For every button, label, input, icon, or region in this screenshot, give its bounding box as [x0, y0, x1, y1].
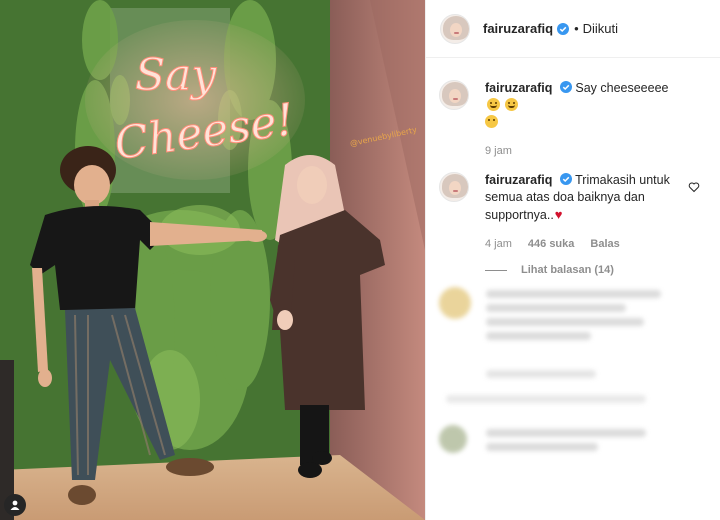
caption-avatar[interactable] [439, 80, 469, 110]
verified-badge-icon [557, 22, 570, 35]
comment-text-block: fairuzarafiq Trimakasih untuk semua atas… [485, 172, 680, 224]
replies-divider-line [485, 269, 507, 271]
blowing-kiss-face-icon [485, 115, 498, 128]
reply-button[interactable]: Balas [590, 238, 619, 250]
follow-status-button[interactable]: Diikuti [583, 21, 618, 36]
comment-item: fairuzarafiq Trimakasih untuk semua atas… [426, 172, 720, 250]
view-replies-button[interactable]: Lihat balasan (14) [485, 264, 720, 276]
view-replies-label: Lihat balasan (14) [521, 264, 614, 276]
neon-sign-line1: Say [135, 50, 217, 101]
heart-like-icon[interactable] [688, 181, 700, 193]
post-header: fairuzarafiq • Diikuti [426, 0, 720, 58]
grinning-face-icon [487, 98, 500, 111]
comment-meta: 4 jam 446 suka Balas [485, 238, 680, 250]
caption-text-block: fairuzarafiq Say cheeseeeee [485, 80, 680, 131]
comment-username[interactable]: fairuzarafiq [485, 173, 552, 187]
hugging-face-icon [505, 98, 519, 111]
commenter-avatar[interactable] [439, 172, 469, 202]
photo-scene: Say Cheese! @venuebyliberty [0, 0, 425, 520]
separator-dot: • [574, 21, 579, 36]
author-username[interactable]: fairuzarafiq [483, 21, 553, 36]
verified-badge-icon [559, 173, 572, 185]
comment-likes[interactable]: 446 suka [528, 238, 574, 250]
user-tag-icon[interactable] [4, 494, 26, 516]
caption-meta: 9 jam [485, 145, 680, 157]
post-photo[interactable]: Say Cheese! @venuebyliberty [0, 0, 425, 520]
broken-heart-icon: ♥ [554, 207, 563, 222]
verified-badge-icon [559, 81, 572, 93]
caption-username[interactable]: fairuzarafiq [485, 81, 552, 95]
post-details-panel: fairuzarafiq • Diikuti fairuzarafiq Say … [425, 0, 720, 520]
caption-text: Say cheeseeeee [575, 81, 669, 95]
author-avatar[interactable] [440, 13, 470, 44]
caption: fairuzarafiq Say cheeseeeee 9 jam [426, 80, 720, 157]
comment-time[interactable]: 4 jam [485, 238, 512, 250]
caption-time[interactable]: 9 jam [485, 145, 512, 157]
